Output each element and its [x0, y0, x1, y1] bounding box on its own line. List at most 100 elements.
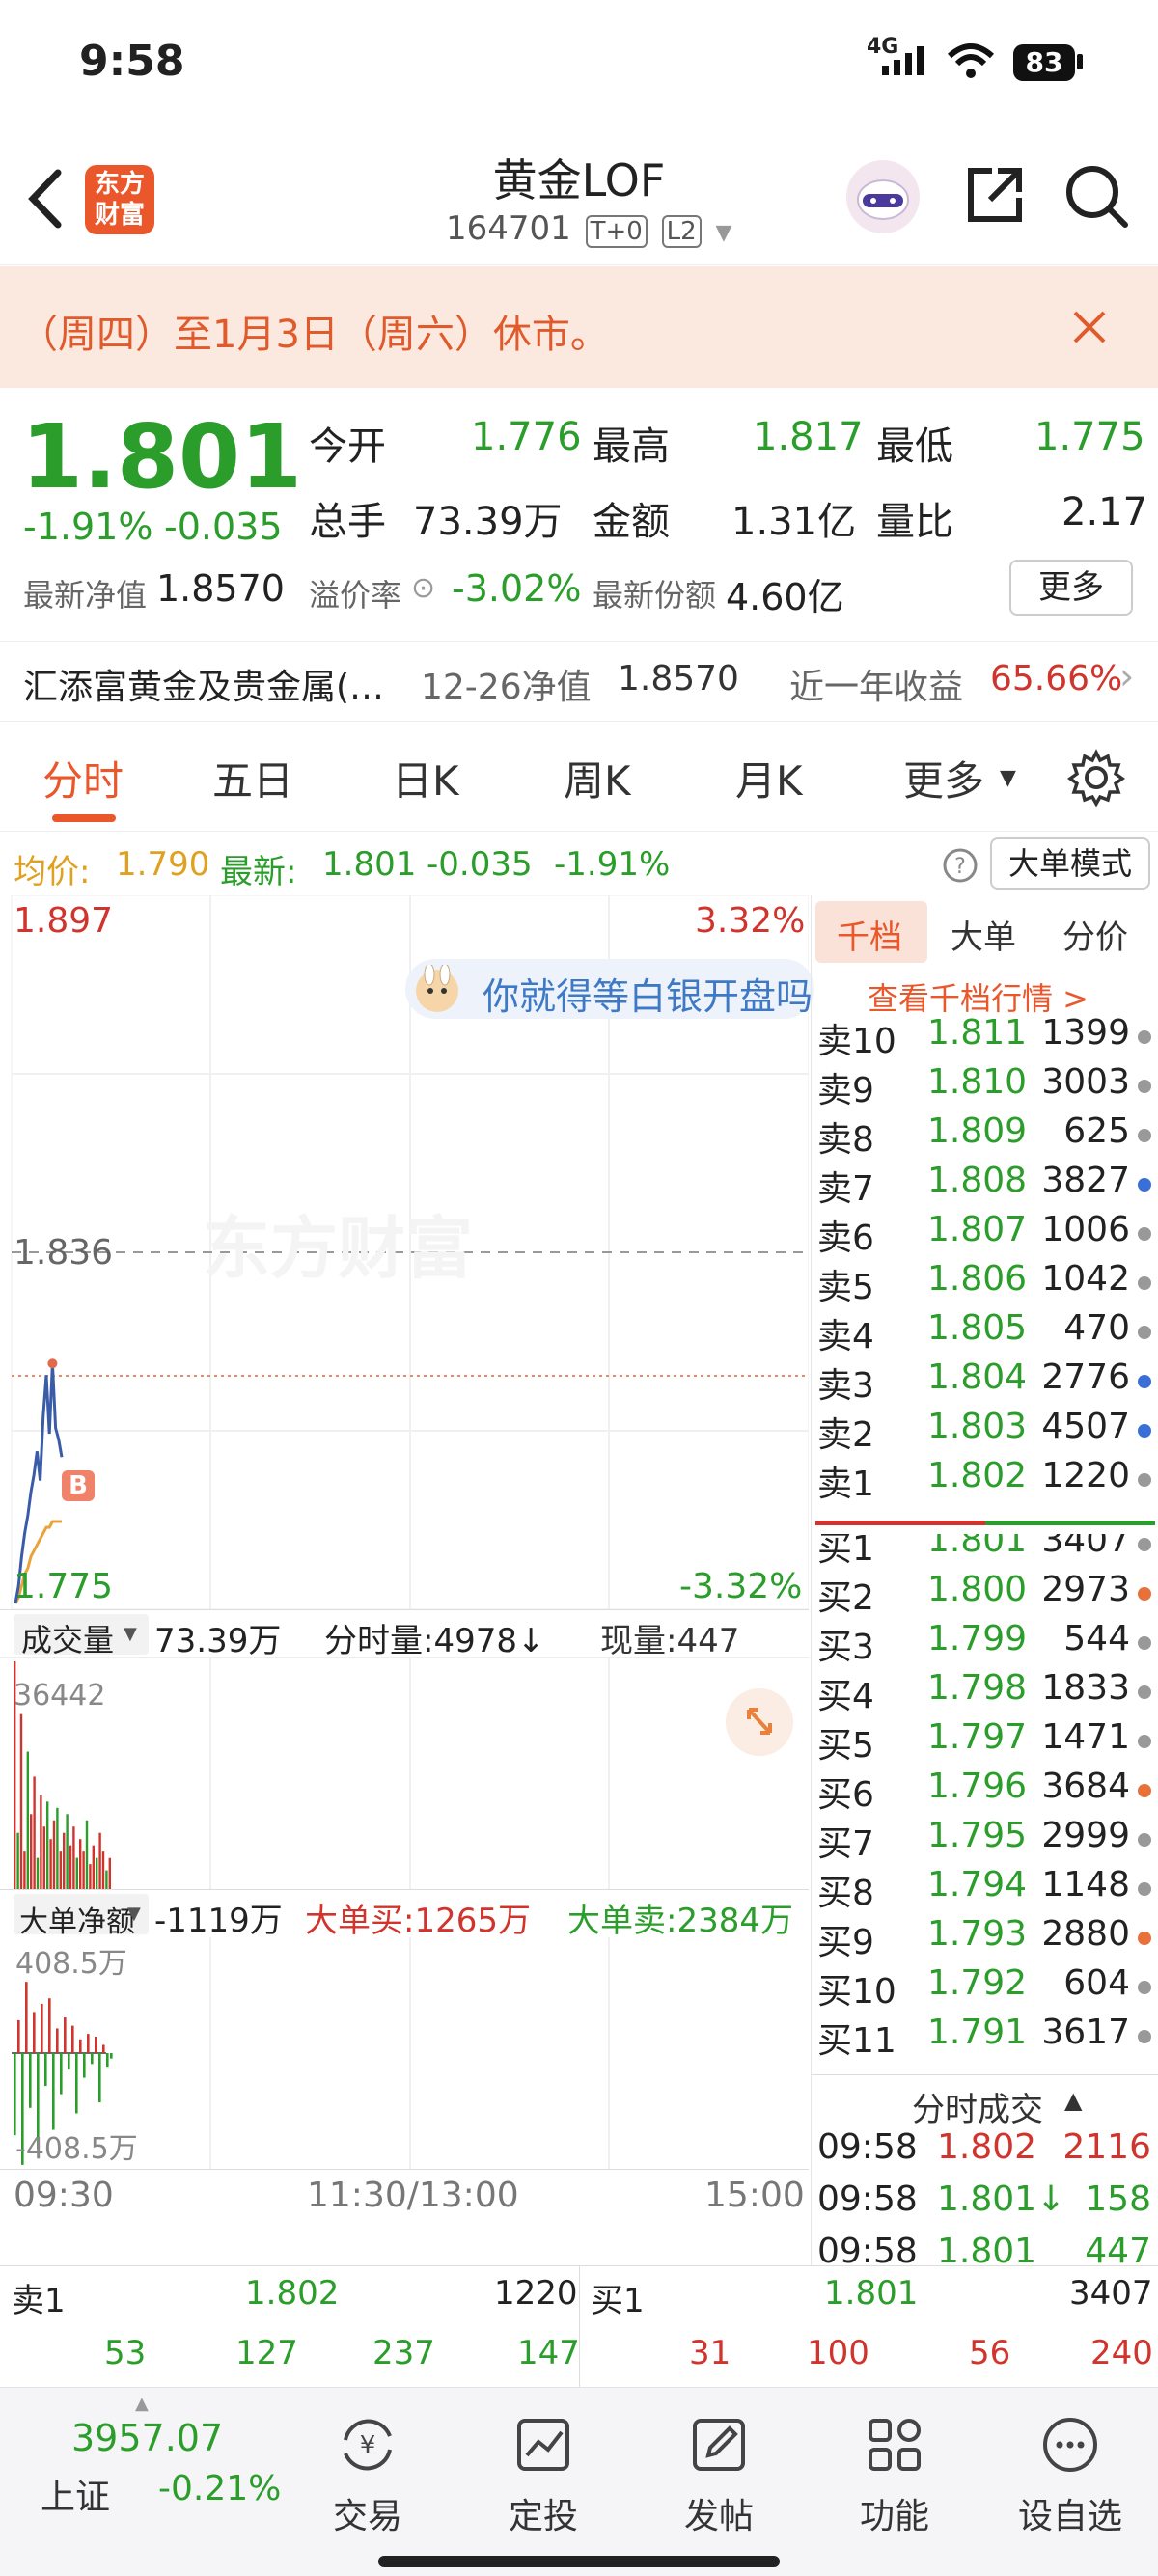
gear-icon[interactable] [1067, 749, 1125, 807]
more-button[interactable]: 更多 [1009, 560, 1133, 616]
time-start: 09:30 [14, 2176, 114, 2215]
share-icon[interactable] [963, 163, 1027, 227]
svg-text:¥: ¥ [360, 2431, 376, 2460]
latest-label: 最新: [220, 853, 297, 891]
bid-price: 1.800 [927, 1570, 1028, 1609]
flow-bar [110, 2053, 113, 2059]
fund-nav: 1.8570 [618, 659, 739, 699]
bid-row[interactable]: 买5 1.797 1471 [812, 1717, 1158, 1767]
low-label: 最低 [876, 425, 953, 469]
order-dot-icon [1138, 1833, 1151, 1847]
bid-row[interactable]: 买7 1.795 2999 [812, 1816, 1158, 1865]
tab-more[interactable]: 更多 [903, 749, 984, 808]
nav-trade[interactable]: ¥ 交易 [295, 2398, 440, 2538]
flow-bar [68, 2053, 70, 2070]
level1-summary: 卖1 1.802 1220 买1 1.801 3407 53 127 237 1… [0, 2265, 1158, 2388]
trades-title[interactable]: 分时成交 [912, 2083, 1043, 2130]
avg-label: 均价: [14, 853, 91, 891]
order-dot-icon [1138, 1178, 1151, 1192]
volume-value: 73.39万 [413, 500, 563, 544]
expand-icon[interactable] [726, 1688, 793, 1756]
bid-row[interactable]: 买1 1.801 3407 [812, 1534, 1158, 1570]
price-min-label: 1.775 [14, 1567, 114, 1606]
ask-row[interactable]: 卖9 1.810 3003 [812, 1062, 1158, 1111]
flow-bar [91, 2053, 94, 2065]
volume-dropdown[interactable]: 成交量 ▼ [14, 1614, 149, 1658]
flow-dropdown[interactable]: 大单净额 ▼ [14, 1894, 149, 1939]
ask-level-label: 卖1 [817, 1465, 874, 1504]
status-time: 9:58 [79, 37, 185, 86]
sell-detail-1: 53 [104, 2334, 147, 2372]
flow-bar [95, 2036, 97, 2053]
volume-bar [101, 1851, 105, 1889]
ask-row[interactable]: 卖3 1.804 2776 [812, 1357, 1158, 1407]
ask-row[interactable]: 卖4 1.805 470 [812, 1308, 1158, 1357]
bid-row[interactable]: 买3 1.799 544 [812, 1619, 1158, 1668]
nav-invest-plan[interactable]: 定投 [471, 2398, 616, 2538]
bid-level-label: 买4 [817, 1677, 874, 1716]
sell1-volume: 1220 [494, 2274, 578, 2313]
sell1-price: 1.802 [245, 2274, 340, 2313]
buy-point-marker[interactable]: B [62, 1470, 95, 1501]
ask-row[interactable]: 卖8 1.809 625 [812, 1111, 1158, 1161]
index-change: -0.21% [158, 2469, 282, 2508]
tab-intraday[interactable]: 分时 [42, 749, 124, 808]
volume-ratio-label: 量比 [876, 500, 953, 544]
more-dots-icon[interactable]: ⊙ [411, 571, 435, 605]
order-dot-icon [1138, 1030, 1151, 1044]
index-ticker[interactable]: ▲ 3957.07 上证 -0.21% [0, 2388, 290, 2523]
ask-price: 1.810 [927, 1062, 1028, 1102]
ask-level-label: 卖9 [817, 1071, 874, 1110]
bid-row[interactable]: 买2 1.800 2973 [812, 1570, 1158, 1619]
tab-five-day[interactable]: 五日 [212, 749, 293, 808]
bid-volume: 2880 [1041, 1914, 1130, 1954]
tab-monthly-k[interactable]: 月K [735, 749, 803, 808]
bid-row[interactable]: 买9 1.793 2880 [812, 1914, 1158, 1963]
order-dot-icon [1138, 1276, 1151, 1290]
stock-code-row[interactable]: 164701 T+0 L2 ▼ [446, 209, 731, 248]
bid-list-viewport[interactable]: 买1 1.801 3407 买2 1.800 2973 买3 1.799 544 买4 1.798 1… [812, 1534, 1158, 2074]
bid-row[interactable]: 买11 1.791 3617 [812, 2013, 1158, 2062]
help-icon[interactable]: ? [942, 847, 979, 884]
nav-functions[interactable]: 功能 [822, 2398, 967, 2538]
ask-row[interactable]: 卖2 1.803 4507 [812, 1407, 1158, 1456]
bid-row[interactable]: 买6 1.796 3684 [812, 1767, 1158, 1816]
ask-row[interactable]: 卖1 1.802 1220 [812, 1456, 1158, 1505]
bid-row[interactable]: 买10 1.792 604 [812, 1963, 1158, 2013]
tab-weekly-k[interactable]: 周K [564, 749, 631, 808]
fund-info-row[interactable]: 汇添富黄金及贵金属(… 12-26净值 1.8570 近一年收益 65.66% … [0, 641, 1158, 722]
volume-bar [56, 1807, 59, 1889]
tab-price-distribution[interactable]: 分价 [1062, 911, 1128, 958]
intraday-chart-area[interactable]: 东方财富 1.897 3.32% 1.836 1.775 -3.32% 你就得等… [0, 895, 814, 2265]
chevron-right-icon: › [1119, 655, 1135, 698]
high-value: 1.817 [753, 415, 864, 459]
volume-max-label: 36442 [14, 1679, 106, 1713]
battery-level: 83 [1025, 46, 1063, 78]
big-order-mode-button[interactable]: 大单模式 [990, 837, 1150, 890]
search-icon[interactable] [1063, 163, 1131, 231]
bid-row[interactable]: 买8 1.794 1148 [812, 1865, 1158, 1914]
tab-depth[interactable]: 千档 [815, 901, 927, 963]
volume-bar [98, 1832, 101, 1889]
change-pct: -1.91% [23, 506, 153, 548]
low-value: 1.775 [1034, 415, 1145, 459]
ask-row[interactable]: 卖7 1.808 3827 [812, 1161, 1158, 1210]
fund-year-label: 近一年收益 [789, 668, 964, 707]
assistant-robot-icon[interactable] [843, 157, 923, 236]
ask-row[interactable]: 卖6 1.807 1006 [812, 1210, 1158, 1259]
ask-row[interactable]: 卖10 1.811 1399 [812, 1013, 1158, 1062]
volume-bar [108, 1857, 111, 1889]
ask-volume: 470 [1063, 1308, 1130, 1348]
ad-banner[interactable]: 你就得等白银开盘吗 [405, 959, 814, 1019]
flow-bar [83, 2053, 86, 2078]
ask-row[interactable]: 卖5 1.806 1042 [812, 1259, 1158, 1308]
tab-big-orders[interactable]: 大单 [951, 911, 1016, 958]
volume-bar [30, 1814, 33, 1889]
tab-daily-k[interactable]: 日K [392, 749, 459, 808]
nav-post[interactable]: 发帖 [647, 2398, 791, 2538]
nav-add-watchlist[interactable]: 设自选 [998, 2398, 1143, 2538]
pct-min-label: -3.32% [679, 1567, 803, 1606]
bid-row[interactable]: 买4 1.798 1833 [812, 1668, 1158, 1717]
volume-bar [36, 1857, 40, 1889]
close-icon[interactable] [1071, 309, 1108, 345]
